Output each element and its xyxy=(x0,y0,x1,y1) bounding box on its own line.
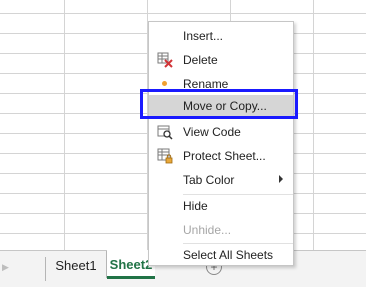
menu-item-insert[interactable]: Insert... xyxy=(149,25,293,47)
menu-item-label: Delete xyxy=(183,53,218,67)
sheet-tab-context-menu: Insert... Delete Rename Move or Copy... xyxy=(148,21,294,266)
view-code-icon xyxy=(157,124,173,140)
sheet-tab-sheet1[interactable]: Sheet1 xyxy=(46,251,107,278)
menu-item-label: Unhide... xyxy=(183,223,232,237)
menu-item-view-code[interactable]: View Code xyxy=(149,121,293,143)
menu-item-label: Protect Sheet... xyxy=(183,149,266,163)
submenu-arrow-icon xyxy=(279,175,283,183)
menu-item-unhide: Unhide... xyxy=(149,219,293,241)
menu-item-hide[interactable]: Hide xyxy=(149,195,293,217)
menu-item-label: Tab Color xyxy=(183,173,235,187)
menu-item-tab-color[interactable]: Tab Color xyxy=(149,169,293,191)
menu-item-label: Hide xyxy=(183,199,208,213)
protect-sheet-icon xyxy=(157,148,173,164)
scroll-tabs-left-icon[interactable]: ▶ xyxy=(2,262,9,273)
menu-item-label: Insert... xyxy=(183,29,224,43)
delete-sheet-icon xyxy=(157,52,173,68)
menu-item-select-all-sheets[interactable]: Select All Sheets xyxy=(149,244,293,266)
highlight-annotation-frame xyxy=(140,89,298,119)
menu-item-delete[interactable]: Delete xyxy=(149,49,293,71)
menu-item-label: Select All Sheets xyxy=(183,248,274,262)
menu-item-label: View Code xyxy=(183,125,241,139)
menu-item-protect-sheet[interactable]: Protect Sheet... xyxy=(149,145,293,167)
